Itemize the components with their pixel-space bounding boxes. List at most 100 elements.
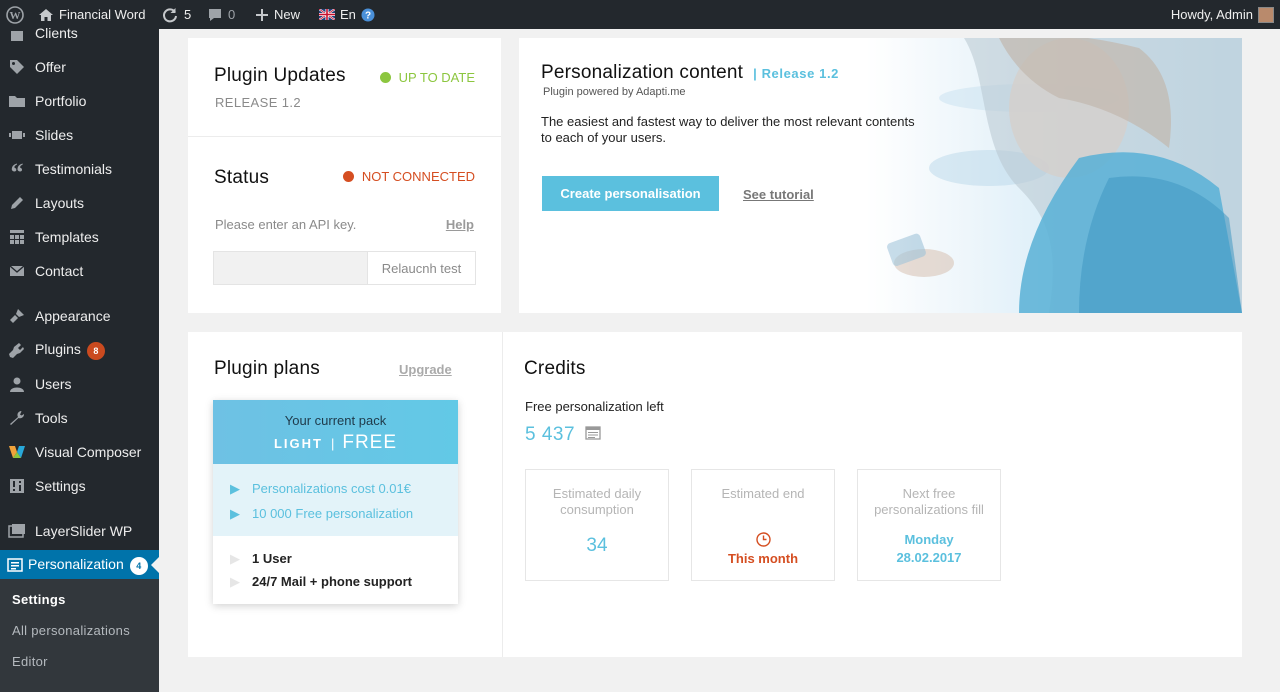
upgrade-link[interactable]: Upgrade [399, 362, 452, 377]
my-account-link[interactable]: Howdy, Admin [1171, 0, 1274, 29]
connection-status-label: NOT CONNECTED [361, 169, 475, 184]
help-link[interactable]: Help [446, 217, 474, 232]
sidebar-item-label: Personalization [28, 555, 124, 572]
feature-label: Personalizations cost 0.01€ [252, 481, 411, 496]
feature-label: 24/7 Mail + phone support [252, 574, 412, 589]
sidebar-item-portfolio[interactable]: Portfolio [0, 86, 159, 116]
sidebar-item-testimonials[interactable]: “ Testimonials [0, 154, 159, 187]
help-icon[interactable]: ? [361, 8, 375, 22]
stat-title: Estimated daily [552, 486, 642, 501]
active-indicator [151, 557, 159, 573]
pack-name: LIGHT [273, 436, 323, 451]
see-tutorial-link[interactable]: See tutorial [743, 187, 814, 202]
column-divider [502, 332, 503, 657]
hero-description-line: to each of your users. [541, 130, 667, 145]
feature-item: ▶ 10 000 Free personalization [230, 506, 413, 522]
hero-description-line: The easiest and fastest way to deliver t… [541, 114, 915, 129]
hero-release: | Release 1.2 [753, 66, 840, 81]
sidebar-item-contact[interactable]: Contact [0, 256, 159, 286]
avatar [1258, 6, 1274, 23]
stat-value: Monday [904, 532, 954, 547]
credits-left-value: 5 437 [525, 424, 576, 445]
sidebar-item-personalization[interactable]: Personalization 4 [0, 550, 159, 580]
new-label: New [274, 7, 301, 22]
stat-title: Estimated end [721, 486, 805, 501]
play-icon: ▶ [230, 574, 240, 589]
personalization-submenu: Settings All personalizations Editor [0, 579, 159, 692]
create-personalisation-button[interactable]: Create personalisation [542, 176, 719, 211]
comments-count: 0 [228, 7, 236, 22]
updates-link[interactable]: 5 [161, 0, 191, 29]
sidebar-item-users[interactable]: Users [0, 369, 159, 399]
vc-icon [8, 443, 26, 461]
sidebar-item-label: Slides [35, 127, 74, 143]
api-key-hint: Please enter an API key. [215, 217, 357, 232]
sidebar-item-layouts[interactable]: Layouts [0, 188, 159, 218]
feature-item: ▶ Personalizations cost 0.01€ [230, 481, 411, 497]
powered-by: Plugin powered by Adapti.me [543, 86, 686, 98]
sidebar-item-visual-composer[interactable]: Visual Composer [0, 437, 159, 467]
sidebar-item-tools[interactable]: Tools [0, 403, 159, 433]
refresh-icon [161, 6, 179, 24]
submenu-all-personalizations[interactable]: All personalizations [12, 623, 130, 638]
sidebar-item-label: Contact [35, 263, 84, 279]
calendar-icon[interactable] [585, 425, 601, 445]
sidebar-item-label: Tools [35, 410, 68, 426]
folder-icon [8, 92, 26, 110]
stat-title: Next free [902, 486, 956, 501]
sidebar-item-slides[interactable]: Slides [0, 120, 159, 150]
mail-icon [8, 262, 26, 280]
sidebar-item-plugins[interactable]: Plugins 8 [0, 335, 159, 365]
sidebar-item-offer[interactable]: Offer [0, 52, 159, 82]
sidebar-item-label: Visual Composer [35, 444, 142, 460]
language-label: En [340, 7, 356, 22]
api-key-input[interactable] [213, 251, 368, 285]
updates-count: 5 [184, 7, 192, 22]
credits-title: Credits [524, 358, 586, 379]
plus-icon [255, 8, 269, 22]
plug-icon [8, 341, 26, 359]
clock-icon [692, 532, 834, 547]
admin-bar: W Financial Word 5 0 New En ? Howdy, Adm… [0, 0, 1280, 29]
sidebar-item-appearance[interactable]: Appearance [0, 301, 159, 331]
language-switcher[interactable]: En ? [319, 0, 375, 29]
stat-title: consumption [560, 502, 634, 517]
current-pack-card: Your current pack LIGHT | FREE ▶ Persona… [213, 400, 458, 604]
sidebar-item-label: Settings [35, 478, 86, 494]
play-icon: ▶ [230, 506, 240, 521]
sidebar-item-label: LayerSlider WP [35, 523, 133, 539]
sidebar-item-label: Templates [35, 229, 99, 245]
stat-value: 28.02.2017 [896, 550, 962, 565]
credits-left-label: Free personalization left [525, 399, 664, 414]
stat-next-fill: Next free personalizations fill Monday 2… [857, 469, 1001, 581]
clients-icon [8, 24, 26, 42]
hero-description: The easiest and fastest way to deliver t… [541, 114, 915, 146]
user-icon [8, 375, 26, 393]
comments-link[interactable]: 0 [207, 0, 235, 29]
pack-separator: | [330, 436, 335, 451]
relaunch-test-button[interactable]: Relaucnh test [367, 251, 476, 285]
sidebar-item-settings[interactable]: Settings [0, 471, 159, 501]
sidebar-item-clients[interactable]: Clients [0, 18, 159, 48]
submenu-editor[interactable]: Editor [12, 654, 48, 669]
status-dot-green [379, 72, 391, 83]
stat-value: 34 [586, 535, 608, 556]
quote-icon: “ [10, 158, 24, 187]
submenu-settings[interactable]: Settings [12, 592, 66, 607]
sidebar-item-label: Clients [35, 25, 78, 41]
settings-icon [8, 477, 26, 495]
grid-icon [8, 228, 26, 246]
tag-icon [8, 58, 26, 76]
hero-title: Personalization content [541, 62, 744, 83]
sidebar-item-label: Offer [35, 59, 66, 75]
stat-title: personalizations fill [874, 502, 984, 517]
sidebar-item-layerslider[interactable]: LayerSlider WP [0, 516, 159, 546]
play-icon: ▶ [230, 551, 240, 566]
sidebar-item-templates[interactable]: Templates [0, 222, 159, 252]
hero-heading: Personalization content | Release 1.2 [541, 62, 839, 84]
pencil-icon [8, 194, 26, 212]
pack-price: FREE [342, 432, 398, 453]
new-content-link[interactable]: New [255, 0, 300, 29]
divider [188, 136, 501, 137]
updates-status-card: Plugin Updates UP TO DATE RELEASE 1.2 St… [188, 38, 501, 313]
